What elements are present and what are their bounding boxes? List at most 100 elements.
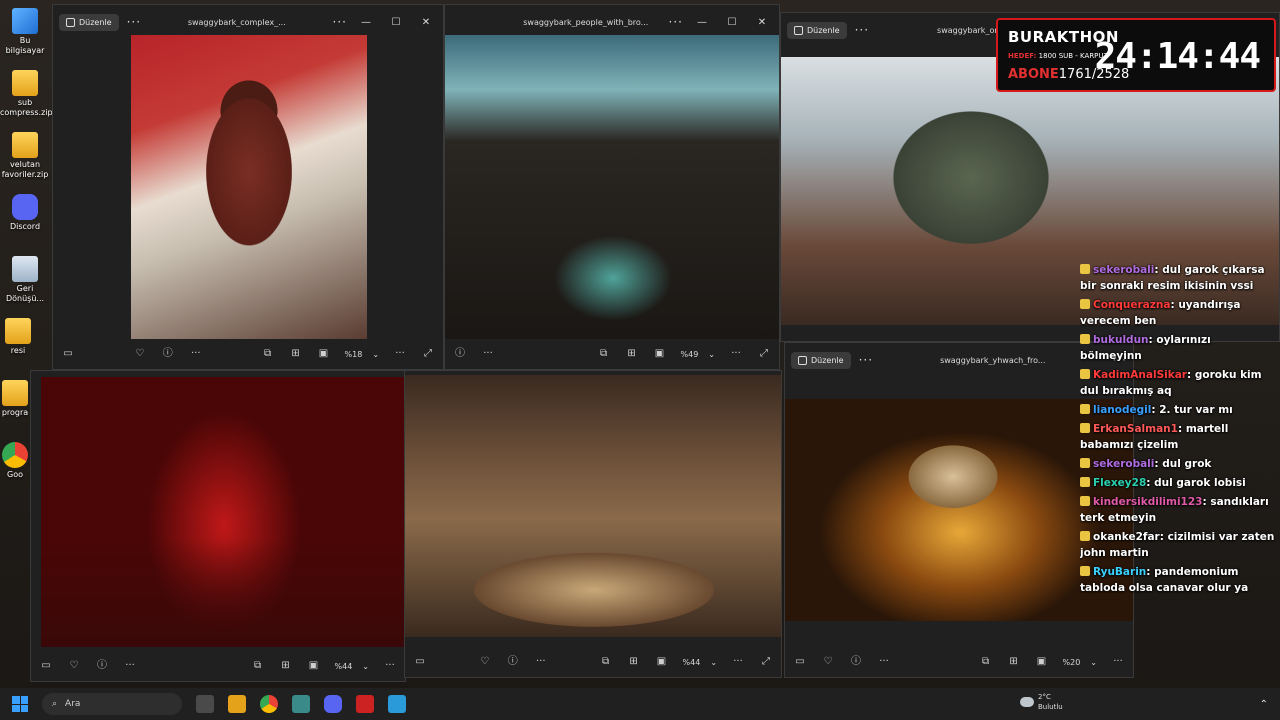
chat-username[interactable]: Flexey28: [1093, 477, 1146, 489]
more-options-icon[interactable]: ···: [393, 348, 407, 360]
fit-to-window-icon[interactable]: ▣: [653, 348, 667, 360]
zoom-level[interactable]: %44 ⌄: [683, 658, 717, 667]
more-options-icon[interactable]: ···: [877, 656, 891, 668]
file-explorer-icon[interactable]: [228, 695, 246, 713]
fit-to-window-icon[interactable]: ▣: [1035, 656, 1049, 668]
more-options-icon[interactable]: ···: [731, 656, 745, 668]
photo-window-city[interactable]: swaggybark_people_with_bro... ··· — ☐ ✕ …: [444, 4, 780, 370]
favorite-heart-icon[interactable]: ♡: [478, 656, 492, 668]
chevron-down-icon[interactable]: ⌄: [708, 350, 715, 359]
desktop-icon-resi[interactable]: resi: [0, 318, 36, 356]
chevron-up-icon[interactable]: ⌃: [1260, 699, 1268, 710]
chevron-down-icon[interactable]: ⌄: [362, 662, 369, 671]
chrome-icon[interactable]: [260, 695, 278, 713]
expand-icon[interactable]: ⤢: [759, 656, 773, 668]
more-options-icon[interactable]: ···: [127, 15, 141, 29]
photo-window-towers[interactable]: ▭ ♡ ⓘ ··· ⧉ ⊞ ▣ %44 ⌄ ···: [30, 370, 406, 682]
filmstrip-icon[interactable]: ▭: [413, 656, 427, 668]
app-icon[interactable]: [292, 695, 310, 713]
info-icon[interactable]: ⓘ: [161, 348, 175, 360]
crop-icon[interactable]: ⧉: [261, 348, 275, 360]
edit-button[interactable]: Düzenle: [59, 13, 119, 31]
zoom-level[interactable]: %44 ⌄: [335, 662, 369, 671]
chat-username[interactable]: kindersikdilimi123: [1093, 496, 1202, 508]
crop-icon[interactable]: ⧉: [251, 660, 265, 672]
slideshow-icon[interactable]: ⊞: [627, 656, 641, 668]
desktop-icon-sub-compress[interactable]: sub compress.zip: [0, 70, 53, 118]
chat-username[interactable]: sekerobali: [1093, 264, 1154, 276]
close-icon[interactable]: ✕: [415, 17, 437, 28]
task-view-icon[interactable]: [196, 695, 214, 713]
more-options-icon[interactable]: ···: [481, 348, 495, 360]
info-icon[interactable]: ⓘ: [506, 656, 520, 668]
minimize-icon[interactable]: —: [691, 17, 713, 28]
window-titlebar[interactable]: Düzenle ··· swaggybark_complex_... ··· —…: [53, 5, 443, 39]
more-options-icon[interactable]: ···: [534, 656, 548, 668]
desktop-icon-discord[interactable]: Discord: [0, 194, 50, 232]
more-options-icon[interactable]: ···: [1111, 656, 1125, 668]
desktop-icon-this-pc[interactable]: Bu bilgisayar: [0, 8, 50, 56]
windows-start-icon[interactable]: [12, 696, 28, 712]
photo-window-orc[interactable]: Düzenle ··· swaggybark_complex_... ··· —…: [52, 4, 444, 370]
favorite-heart-icon[interactable]: ♡: [67, 660, 81, 672]
fit-to-window-icon[interactable]: ▣: [307, 660, 321, 672]
crop-icon[interactable]: ⧉: [597, 348, 611, 360]
maximize-icon[interactable]: ☐: [721, 17, 743, 28]
zoom-level[interactable]: %49 ⌄: [681, 350, 715, 359]
chevron-down-icon[interactable]: ⌄: [710, 658, 717, 667]
crop-icon[interactable]: ⧉: [979, 656, 993, 668]
chat-username[interactable]: okanke2far: [1093, 531, 1160, 543]
chat-username[interactable]: ErkanSalman1: [1093, 423, 1178, 435]
slideshow-icon[interactable]: ⊞: [625, 348, 639, 360]
taskbar-search[interactable]: ⌕ Ara: [42, 693, 182, 715]
slideshow-icon[interactable]: ⊞: [279, 660, 293, 672]
fit-to-window-icon[interactable]: ▣: [317, 348, 331, 360]
chat-username[interactable]: Conquerazna: [1093, 299, 1170, 311]
discord-icon[interactable]: [324, 695, 342, 713]
more-options-icon[interactable]: ···: [669, 15, 683, 29]
crop-icon[interactable]: ⧉: [599, 656, 613, 668]
info-icon[interactable]: ⓘ: [849, 656, 863, 668]
chat-username[interactable]: RyuBarin: [1093, 566, 1146, 578]
zoom-level[interactable]: %18 ⌄: [345, 350, 379, 359]
chat-username[interactable]: lianodegil: [1093, 404, 1151, 416]
chat-username[interactable]: sekerobali: [1093, 458, 1154, 470]
desktop-icon-recycle-bin[interactable]: Geri Dönüşü...: [0, 256, 50, 304]
zoom-level[interactable]: %20 ⌄: [1063, 658, 1097, 667]
edit-button[interactable]: Düzenle: [791, 351, 851, 369]
expand-icon[interactable]: ⤢: [757, 348, 771, 360]
chevron-down-icon[interactable]: ⌄: [372, 350, 379, 359]
filmstrip-icon[interactable]: ▭: [793, 656, 807, 668]
info-icon[interactable]: ⓘ: [95, 660, 109, 672]
maximize-icon[interactable]: ☐: [385, 17, 407, 28]
favorite-heart-icon[interactable]: ♡: [133, 348, 147, 360]
edit-button[interactable]: Düzenle: [787, 21, 847, 39]
weather-widget[interactable]: 2°C Bulutlu: [1020, 692, 1063, 712]
chat-username[interactable]: KadimAnalSikar: [1093, 369, 1187, 381]
filmstrip-icon[interactable]: ▭: [61, 348, 75, 360]
slideshow-icon[interactable]: ⊞: [1007, 656, 1021, 668]
more-options-icon[interactable]: ···: [123, 660, 137, 672]
more-options-icon[interactable]: ···: [729, 348, 743, 360]
photos-app-icon[interactable]: [388, 695, 406, 713]
photo-window-arena[interactable]: ▭ ♡ ⓘ ··· ⧉ ⊞ ▣ %44 ⌄ ··· ⤢: [404, 370, 782, 678]
filmstrip-icon[interactable]: ▭: [39, 660, 53, 672]
info-icon[interactable]: ⓘ: [453, 348, 467, 360]
desktop-icon-progra[interactable]: progra: [0, 380, 30, 418]
chat-username[interactable]: bukuldun: [1093, 334, 1149, 346]
more-options-icon[interactable]: ···: [333, 15, 347, 29]
slideshow-icon[interactable]: ⊞: [289, 348, 303, 360]
desktop-icon-google[interactable]: Goo: [0, 442, 30, 480]
chevron-down-icon[interactable]: ⌄: [1090, 658, 1097, 667]
close-icon[interactable]: ✕: [751, 17, 773, 28]
expand-icon[interactable]: ⤢: [421, 348, 435, 360]
more-options-icon[interactable]: ···: [859, 353, 873, 367]
more-options-icon[interactable]: ···: [189, 348, 203, 360]
window-titlebar[interactable]: swaggybark_people_with_bro... ··· — ☐ ✕: [445, 5, 779, 39]
obs-icon[interactable]: [356, 695, 374, 713]
more-options-icon[interactable]: ···: [383, 660, 397, 672]
more-options-icon[interactable]: ···: [855, 23, 869, 37]
fit-to-window-icon[interactable]: ▣: [655, 656, 669, 668]
minimize-icon[interactable]: —: [355, 17, 377, 28]
desktop-icon-velutan[interactable]: velutan favoriler.zip: [0, 132, 50, 180]
